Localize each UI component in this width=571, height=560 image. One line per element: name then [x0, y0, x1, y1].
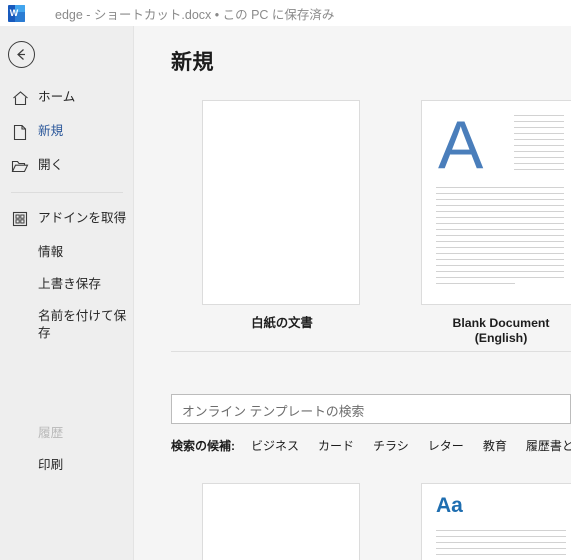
backstage-content: 新規 白紙の文書 A Blank Document (English) オンライ…: [134, 26, 571, 560]
template-card-row2-aa[interactable]: Aa: [421, 483, 571, 560]
sidebar-item-label: 履歴: [38, 426, 64, 440]
word-backstage-window: W edge - ショートカット.docx • この PC に保存済み ホーム: [0, 0, 571, 560]
sidebar-item-label: 上書き保存: [38, 277, 101, 291]
sidebar-item-label: アドインを取得: [38, 211, 127, 225]
template-card-blank-document-english[interactable]: A Blank Document (English): [421, 100, 571, 346]
template-thumbnail: A: [421, 100, 571, 305]
template-caption-line-2: (English): [474, 331, 528, 345]
backstage-sidebar: ホーム 新規 開く アドインを取得 情報 上書き保存 名前を付けて保存 履歴 印…: [0, 26, 134, 560]
template-caption: 白紙の文書: [251, 316, 313, 330]
document-icon: [10, 122, 30, 142]
suggestion-education[interactable]: 教育: [483, 437, 507, 454]
text-lines-body: [436, 530, 566, 560]
letter-aa-glyph: Aa: [436, 494, 463, 517]
sidebar-item-save-as[interactable]: 名前を付けて保存: [0, 300, 133, 349]
word-icon: W: [8, 4, 25, 22]
template-thumbnail: [202, 483, 360, 560]
search-online-templates-input[interactable]: オンライン テンプレートの検索: [171, 394, 571, 424]
template-caption: Blank Document (English): [421, 316, 571, 346]
addins-grid-icon: [10, 209, 30, 229]
sidebar-item-open[interactable]: 開く: [0, 149, 133, 183]
template-card-blank-document[interactable]: 白紙の文書: [202, 100, 362, 331]
text-lines-right: [514, 115, 564, 175]
back-arrow-icon: [17, 49, 25, 60]
suggested-searches-label: 検索の候補:: [171, 438, 235, 453]
sidebar-item-label: 開く: [38, 158, 64, 172]
title-bar: W edge - ショートカット.docx • この PC に保存済み: [0, 0, 571, 26]
suggestion-resumes[interactable]: 履歴書と添: [526, 437, 571, 454]
letter-a-artwork: A: [422, 101, 571, 304]
sidebar-item-print[interactable]: 印刷: [0, 449, 133, 481]
section-divider: [171, 351, 571, 352]
sidebar-divider: [11, 192, 123, 193]
window-title: edge - ショートカット.docx • この PC に保存済み: [55, 7, 335, 22]
suggestion-flyers[interactable]: チラシ: [373, 437, 409, 454]
sidebar-item-get-addins[interactable]: アドインを取得: [0, 202, 133, 236]
sidebar-item-history[interactable]: 履歴: [0, 417, 133, 449]
suggestion-cards[interactable]: カード: [318, 437, 354, 454]
page-title: 新規: [171, 51, 214, 74]
template-thumbnail: Aa: [421, 483, 571, 560]
suggestion-business[interactable]: ビジネス: [251, 437, 299, 454]
letter-a-glyph: A: [438, 107, 484, 183]
sidebar-item-info[interactable]: 情報: [0, 236, 133, 268]
sidebar-item-label: 名前を付けて保存: [38, 309, 127, 340]
sidebar-item-label: 新規: [38, 124, 64, 138]
letter-aa-artwork: Aa: [422, 484, 571, 560]
sidebar-item-label: 印刷: [38, 458, 64, 472]
home-icon: [10, 88, 30, 108]
text-lines-body: [436, 187, 564, 289]
open-folder-icon: [10, 156, 30, 176]
sidebar-nav-list: ホーム 新規 開く アドインを取得 情報 上書き保存 名前を付けて保存 履歴 印…: [0, 81, 133, 481]
sidebar-item-save[interactable]: 上書き保存: [0, 268, 133, 300]
back-button[interactable]: [8, 41, 35, 68]
suggestion-letters[interactable]: レター: [428, 437, 464, 454]
template-thumbnail: [202, 100, 360, 305]
template-caption-line-1: Blank Document: [452, 316, 550, 330]
sidebar-item-home[interactable]: ホーム: [0, 81, 133, 115]
sidebar-item-label: 情報: [38, 245, 64, 259]
sidebar-item-new[interactable]: 新規: [0, 115, 133, 149]
template-card-row2-blank[interactable]: [202, 483, 362, 560]
suggested-searches: 検索の候補: ビジネス カード チラシ レター 教育 履歴書と添: [171, 435, 571, 455]
search-placeholder: オンライン テンプレートの検索: [182, 404, 365, 419]
sidebar-item-label: ホーム: [38, 90, 76, 104]
